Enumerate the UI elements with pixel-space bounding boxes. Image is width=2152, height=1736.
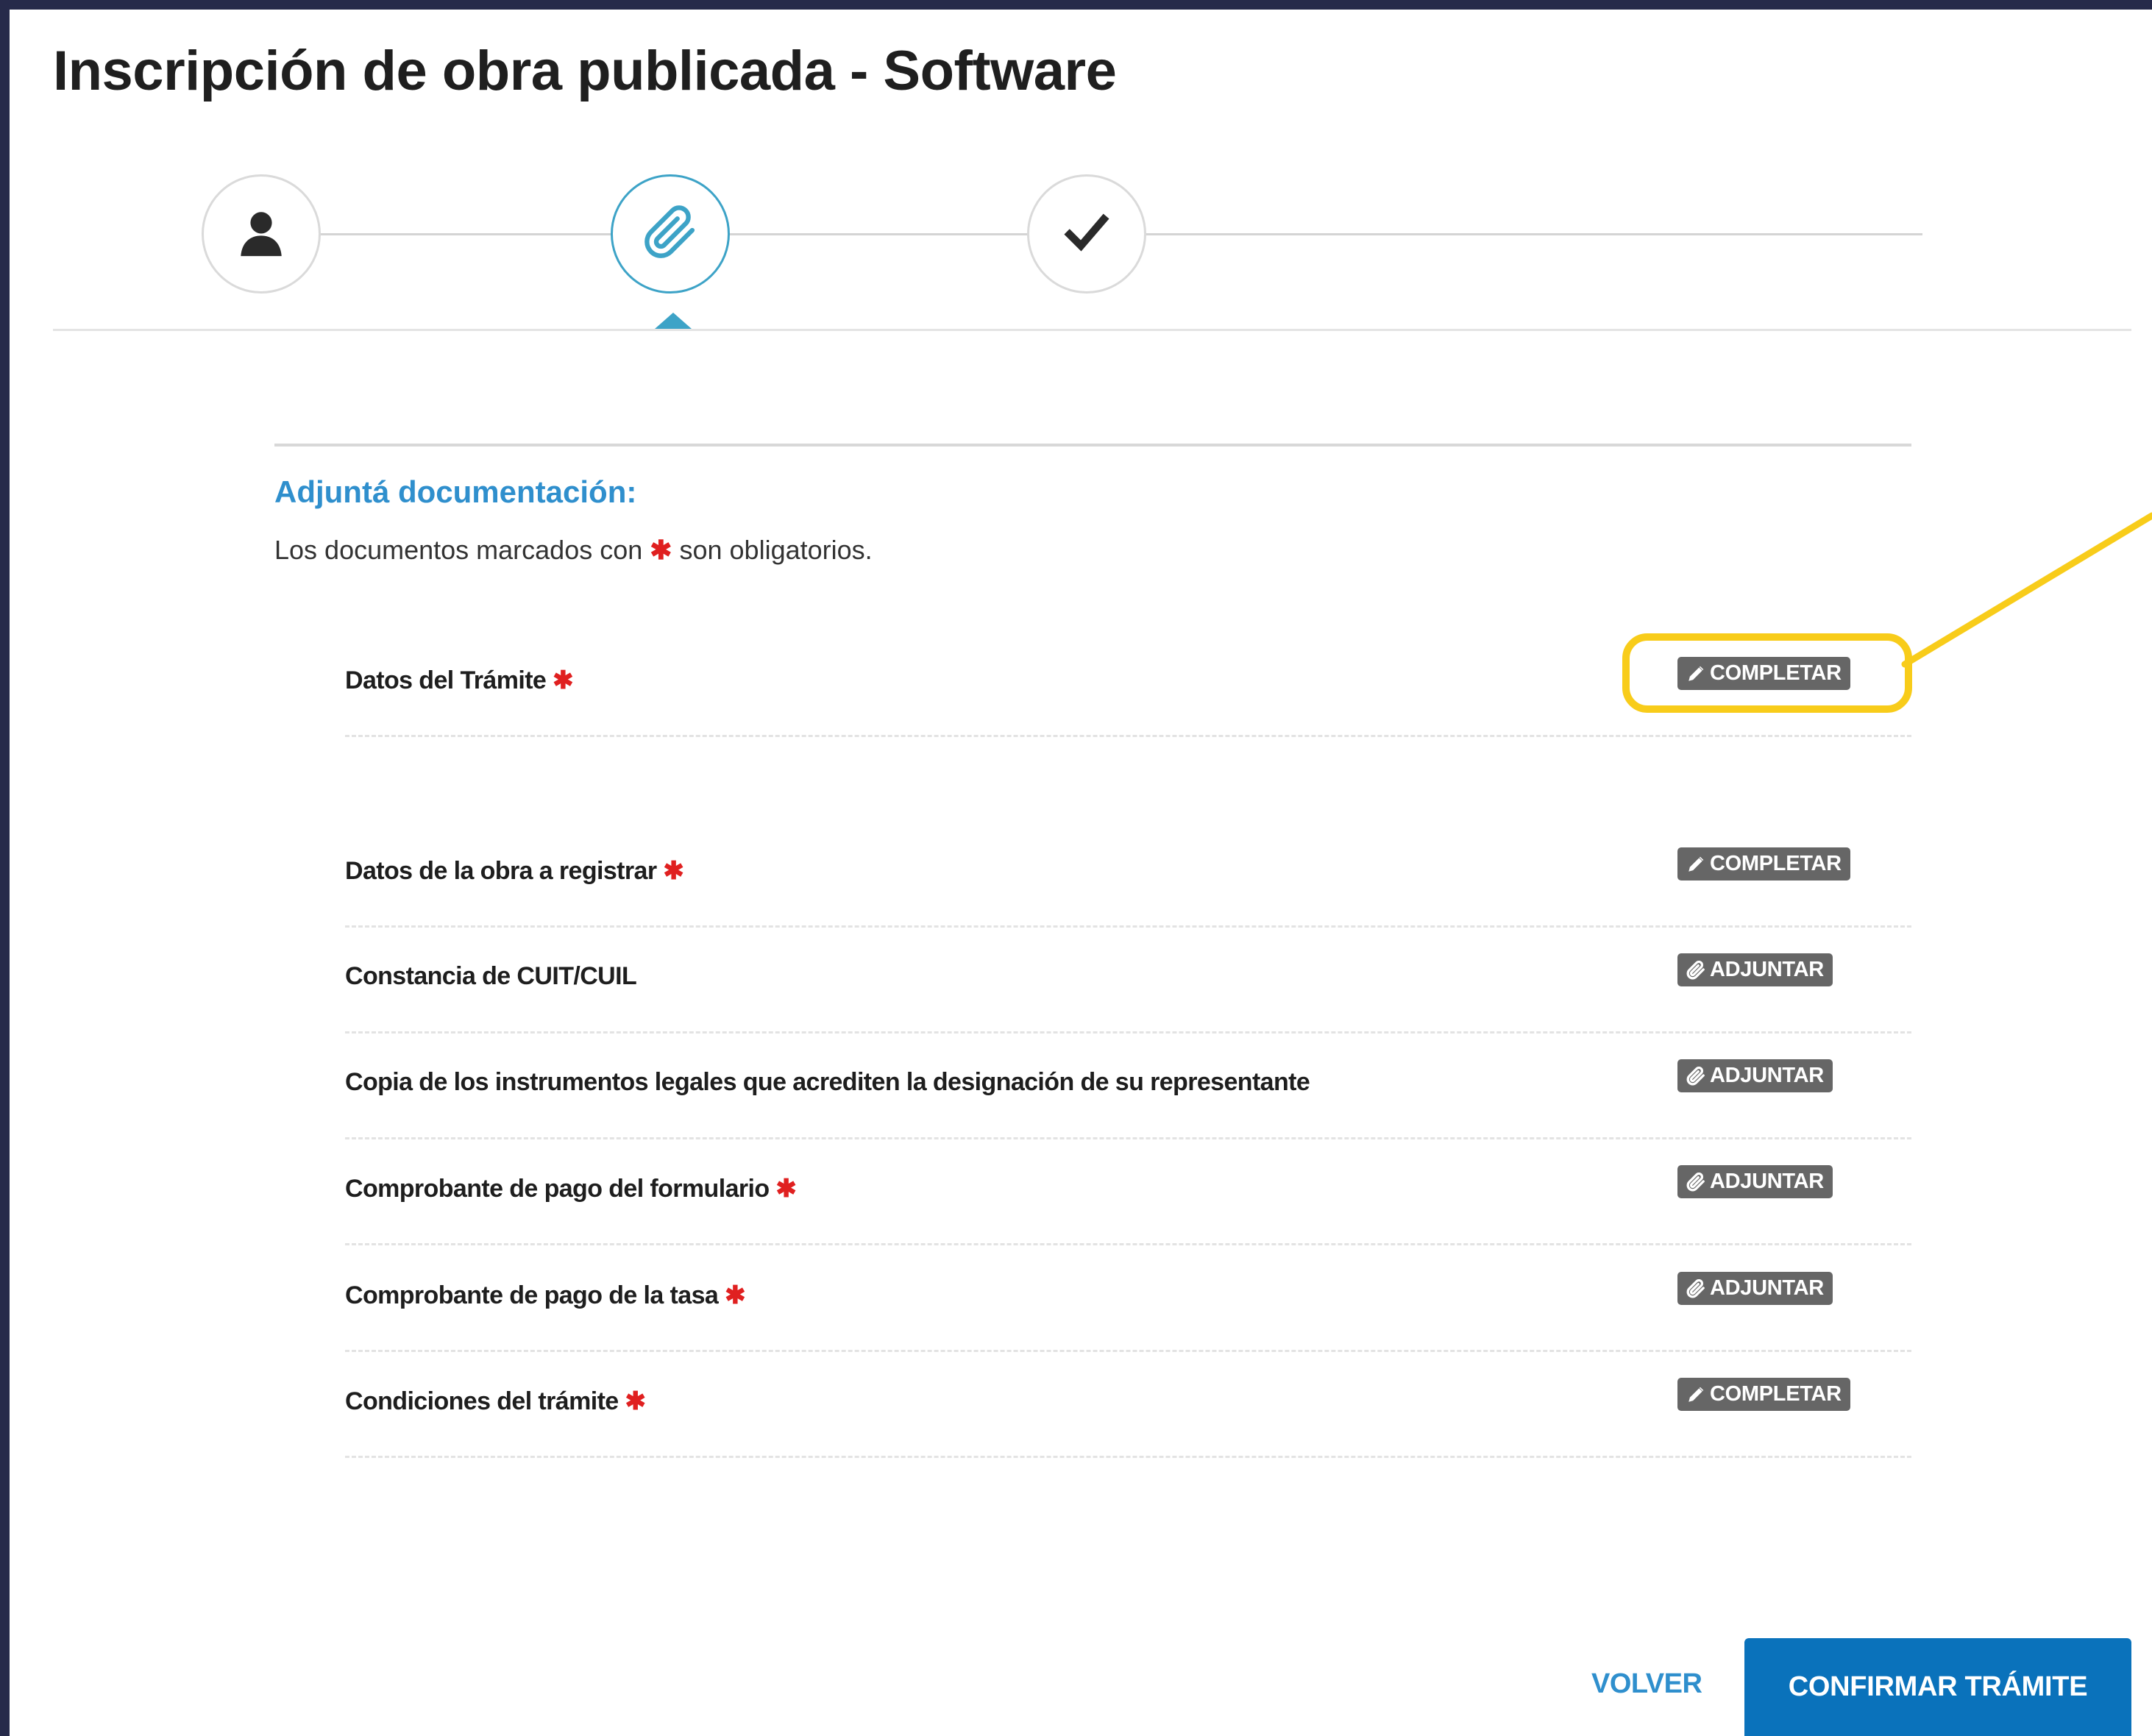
section-divider	[274, 444, 1911, 447]
required-asterisk-icon: ✱	[625, 1387, 646, 1415]
document-row-instrumentos-legales: Copia de los instrumentos legales que ac…	[345, 1031, 1911, 1139]
subtitle-text-start: Los documentos marcados con	[274, 535, 643, 565]
document-row-datos-obra: Datos de la obra a registrar ✱ COMPLETAR	[345, 819, 1911, 928]
completar-button[interactable]: COMPLETAR	[1677, 657, 1850, 690]
button-label: ADJUNTAR	[1710, 1170, 1824, 1193]
adjuntar-button[interactable]: ADJUNTAR	[1677, 1059, 1833, 1092]
button-label: ADJUNTAR	[1710, 1064, 1824, 1087]
required-asterisk-icon: ✱	[725, 1281, 745, 1309]
document-label-text: Copia de los instrumentos legales que ac…	[345, 1068, 1310, 1096]
document-label-text: Comprobante de pago de la tasa	[345, 1281, 719, 1309]
checkmark-icon	[1064, 210, 1109, 259]
step-documentation[interactable]	[611, 174, 730, 294]
user-icon	[235, 207, 287, 262]
document-label-text: Datos de la obra a registrar	[345, 857, 657, 885]
completar-button[interactable]: COMPLETAR	[1677, 847, 1850, 881]
adjuntar-button[interactable]: ADJUNTAR	[1677, 1272, 1833, 1305]
document-label: Copia de los instrumentos legales que ac…	[345, 1068, 1310, 1097]
document-label-text: Condiciones del trámite	[345, 1387, 619, 1415]
subtitle-text-end: son obligatorios.	[679, 535, 873, 565]
paperclip-icon	[642, 204, 698, 264]
document-row-pago-tasa: Comprobante de pago de la tasa ✱ ADJUNTA…	[345, 1244, 1911, 1352]
active-step-indicator	[655, 313, 692, 329]
required-asterisk-icon: ✱	[553, 666, 573, 694]
app-frame: Inscripción de obra publicada - Software…	[10, 10, 2152, 1736]
step-confirmation[interactable]	[1027, 174, 1146, 294]
volver-button[interactable]: VOLVER	[1591, 1668, 1702, 1700]
button-label: COMPLETAR	[1710, 661, 1842, 685]
document-row-condiciones: Condiciones del trámite ✱ COMPLETAR	[345, 1350, 1911, 1458]
required-asterisk-icon: ✱	[775, 1175, 797, 1203]
document-label: Comprobante de pago del formulario ✱	[345, 1174, 797, 1203]
paperclip-icon	[1686, 1278, 1705, 1298]
pencil-icon	[1686, 855, 1705, 874]
button-label: COMPLETAR	[1710, 852, 1842, 875]
pencil-icon	[1686, 664, 1705, 683]
document-label-text: Datos del Trámite	[345, 666, 547, 694]
button-label: ADJUNTAR	[1710, 1276, 1824, 1300]
adjuntar-button[interactable]: ADJUNTAR	[1677, 1165, 1833, 1198]
page-title: Inscripción de obra publicada - Software	[53, 40, 1117, 102]
document-label: Comprobante de pago de la tasa ✱	[345, 1281, 746, 1310]
document-label: Datos del Trámite ✱	[345, 666, 574, 695]
section-title: Adjuntá documentación:	[274, 474, 637, 509]
document-row-pago-formulario: Comprobante de pago del formulario ✱ ADJ…	[345, 1137, 1911, 1245]
completar-button[interactable]: COMPLETAR	[1677, 1378, 1850, 1411]
button-label: ADJUNTAR	[1710, 958, 1824, 981]
paperclip-icon	[1686, 960, 1705, 980]
document-row-datos-tramite: Datos del Trámite ✱ COMPLETAR	[345, 629, 1911, 737]
document-row-constancia-cuit: Constancia de CUIT/CUIL ADJUNTAR	[345, 925, 1911, 1034]
required-asterisk-icon: ✱	[663, 857, 684, 885]
section-subtitle: Los documentos marcados con ✱ son obliga…	[274, 535, 873, 566]
document-label: Datos de la obra a registrar ✱	[345, 856, 684, 886]
confirmar-tramite-button[interactable]: CONFIRMAR TRÁMITE	[1744, 1638, 2131, 1736]
pencil-icon	[1686, 1385, 1705, 1404]
paperclip-icon	[1686, 1172, 1705, 1192]
required-asterisk-icon: ✱	[650, 535, 672, 565]
header-divider	[53, 329, 2131, 331]
document-label: Condiciones del trámite ✱	[345, 1387, 646, 1416]
step-personal-data[interactable]	[202, 174, 321, 294]
adjuntar-button[interactable]: ADJUNTAR	[1677, 953, 1833, 986]
document-label: Constancia de CUIT/CUIL	[345, 962, 637, 991]
button-label: COMPLETAR	[1710, 1382, 1842, 1406]
paperclip-icon	[1686, 1066, 1705, 1086]
document-label-text: Comprobante de pago del formulario	[345, 1175, 770, 1203]
document-label-text: Constancia de CUIT/CUIL	[345, 962, 637, 990]
